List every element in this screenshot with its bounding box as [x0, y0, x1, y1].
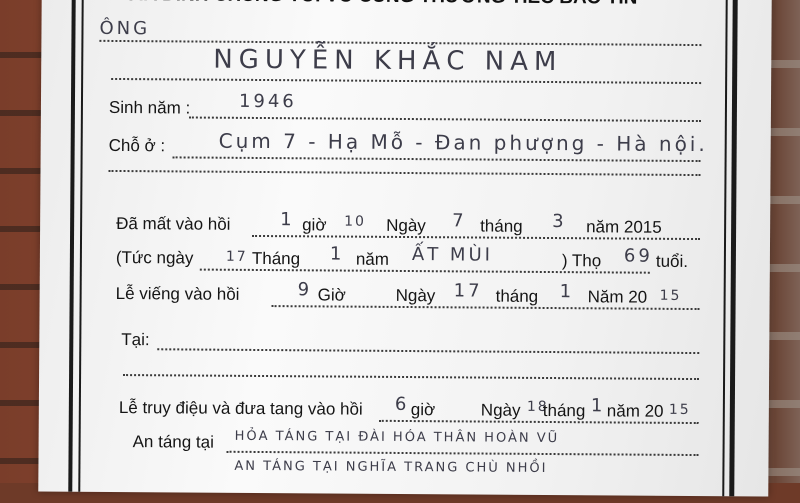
burial-row-2: AN TÁNG TẠI NGHĨA TRANG CHÙ NHỒI — [38, 457, 768, 502]
funeral-notice-paper: GIA ĐÌNH CHÚNG TÔI VÔ CÙNG THƯƠNG TIẾC B… — [38, 0, 772, 497]
memorial-hour-handwritten: 6 — [394, 393, 410, 416]
memorial-month-label: tháng — [542, 400, 586, 421]
lunar-month-label: Tháng — [251, 248, 301, 269]
visitation-month-handwritten: 1 — [559, 281, 575, 303]
visitation-day-handwritten: 17 — [453, 280, 483, 302]
birth-label: Sinh năm : — [108, 97, 191, 118]
visitation-hour-label: Giờ — [317, 285, 346, 305]
name-row: NGUYỄN KHẮC NAM — [41, 43, 771, 88]
visitation-month-label: tháng — [495, 286, 539, 306]
visitation-prefix: Lễ viếng vào hồi — [115, 283, 240, 304]
visitation-hour-handwritten: 9 — [297, 279, 313, 301]
memorial-hour-label: giờ — [410, 400, 436, 420]
deceased-name-handwritten: NGUYỄN KHẮC NAM — [213, 44, 563, 78]
death-hour-handwritten: 1 — [280, 209, 295, 231]
residence-handwritten: Cụm 7 - Hạ Mỗ - Đan phượng - Hà nội. — [218, 128, 708, 157]
notice-header-title: GIA ĐÌNH CHÚNG TÔI VÔ CÙNG THƯƠNG TIẾC B… — [124, 0, 684, 10]
residence-dotted-line-2 — [108, 169, 701, 177]
memorial-prefix: Lễ truy điệu và đưa tang vào hồi — [118, 398, 363, 419]
visitation-year-handwritten: 15 — [659, 287, 682, 304]
burial-handwritten: HỎA TÁNG TẠI ĐÀI HÓA THÂN HOÀN VŨ — [234, 428, 560, 447]
location-label: Tại: — [121, 330, 150, 350]
birth-year-handwritten: 1946 — [238, 90, 297, 113]
location-dotted-line — [157, 348, 700, 355]
death-minute-handwritten: 10 — [344, 213, 367, 230]
visitation-row: Lễ viếng vào hồi 9 Giờ Ngày 17 tháng 1 N… — [40, 273, 770, 318]
death-hour-label: giờ — [302, 215, 327, 235]
residence-row: Chỗ ở : Cụm 7 - Hạ Mỗ - Đan phượng - Hà … — [41, 125, 771, 177]
death-year-label: năm 2015 — [586, 217, 662, 237]
memorial-month-handwritten: 1 — [590, 395, 606, 417]
birth-dotted-line — [188, 116, 701, 123]
lunar-prefix: (Tức ngày — [115, 247, 194, 268]
residence-dotted-line — [172, 156, 701, 163]
lunar-age-suffix: tuổi. — [655, 251, 689, 271]
death-day-label: Ngày — [386, 215, 426, 236]
memorial-year-label: năm 20 — [606, 401, 664, 421]
name-dotted-line — [111, 77, 702, 85]
death-month-handwritten: 3 — [552, 211, 567, 233]
visitation-year-label: Năm 20 — [587, 287, 648, 307]
location-dotted-line-2 — [123, 374, 700, 381]
memorial-year-handwritten: 15 — [668, 401, 691, 418]
lunar-month-handwritten: 1 — [329, 243, 345, 265]
lunar-age-handwritten: 69 — [623, 245, 653, 267]
lunar-day-handwritten: 17 — [225, 248, 248, 265]
lunar-year-label: năm — [355, 249, 390, 269]
honorific-handwritten: ÔNG — [99, 17, 151, 40]
location-row: Tại: — [39, 321, 769, 381]
residence-label: Chỗ ở : — [108, 135, 166, 156]
death-month-label: tháng — [480, 216, 523, 236]
memorial-day-label: Ngày — [480, 400, 521, 420]
burial-handwritten-2: AN TÁNG TẠI NGHĨA TRANG CHÙ NHỒI — [234, 458, 548, 477]
burial-label: An táng tại — [132, 432, 214, 452]
burial-dotted-line — [226, 450, 699, 457]
death-prefix: Đã mất vào hồi — [116, 213, 231, 234]
death-day-handwritten: 7 — [452, 210, 467, 232]
visitation-day-label: Ngày — [395, 285, 436, 306]
lunar-year-handwritten: ẤT MÙI — [411, 244, 494, 266]
lunar-age-label: ) Thọ — [561, 251, 602, 271]
